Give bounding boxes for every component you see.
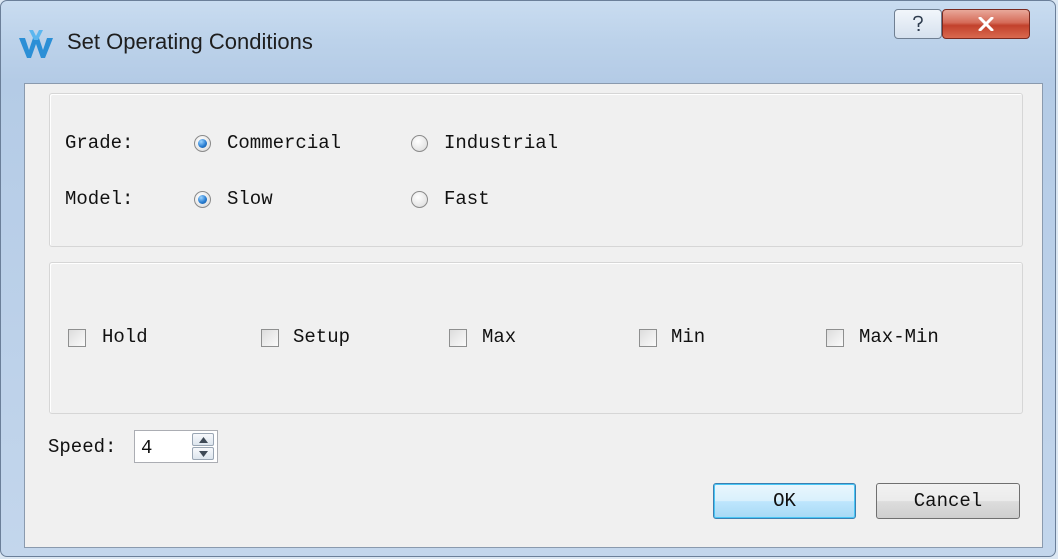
title-bar[interactable]: Set Operating Conditions	[1, 1, 1055, 83]
max-min-label[interactable]: Max-Min	[859, 326, 939, 348]
grade-model-group: Grade: Commercial Industrial Model: Slow…	[49, 93, 1023, 247]
max-checkbox[interactable]	[449, 329, 467, 347]
analysis-options-group: Hold Setup Max Min Max-Min	[49, 262, 1023, 414]
grade-industrial-radio[interactable]	[411, 135, 428, 152]
min-label[interactable]: Min	[671, 326, 705, 348]
grade-commercial-label[interactable]: Commercial	[227, 132, 341, 154]
model-fast-radio[interactable]	[411, 191, 428, 208]
speed-decrement-button[interactable]	[192, 447, 214, 460]
model-fast-label[interactable]: Fast	[444, 188, 490, 210]
max-label[interactable]: Max	[482, 326, 516, 348]
close-icon	[978, 17, 994, 31]
window-title: Set Operating Conditions	[67, 29, 313, 54]
hold-label[interactable]: Hold	[102, 326, 148, 348]
close-button[interactable]	[942, 9, 1030, 39]
speed-increment-button[interactable]	[192, 433, 214, 446]
arrow-up-icon	[198, 436, 208, 443]
model-slow-radio[interactable]	[194, 191, 211, 208]
question-mark-icon	[913, 15, 923, 31]
help-button[interactable]	[894, 9, 942, 39]
setup-label[interactable]: Setup	[293, 326, 350, 348]
dialog-window: Set Operating Conditions Grade: Commerci…	[0, 0, 1056, 557]
grade-industrial-label[interactable]: Industrial	[444, 132, 558, 154]
max-min-checkbox[interactable]	[826, 329, 844, 347]
grade-label: Grade:	[65, 132, 134, 154]
model-slow-label[interactable]: Slow	[227, 188, 273, 210]
speed-label: Speed:	[48, 436, 117, 458]
arrow-down-icon	[198, 450, 208, 457]
setup-checkbox[interactable]	[261, 329, 279, 347]
grade-commercial-radio[interactable]	[194, 135, 211, 152]
app-logo-icon	[19, 30, 53, 58]
ok-button[interactable]: OK	[713, 483, 856, 519]
speed-spinbox[interactable]: 4	[134, 430, 218, 463]
model-label: Model:	[65, 188, 134, 210]
speed-value[interactable]: 4	[141, 437, 152, 459]
cancel-button[interactable]: Cancel	[876, 483, 1020, 519]
hold-checkbox[interactable]	[68, 329, 86, 347]
min-checkbox[interactable]	[639, 329, 657, 347]
dialog-client-area: Grade: Commercial Industrial Model: Slow…	[24, 83, 1043, 548]
